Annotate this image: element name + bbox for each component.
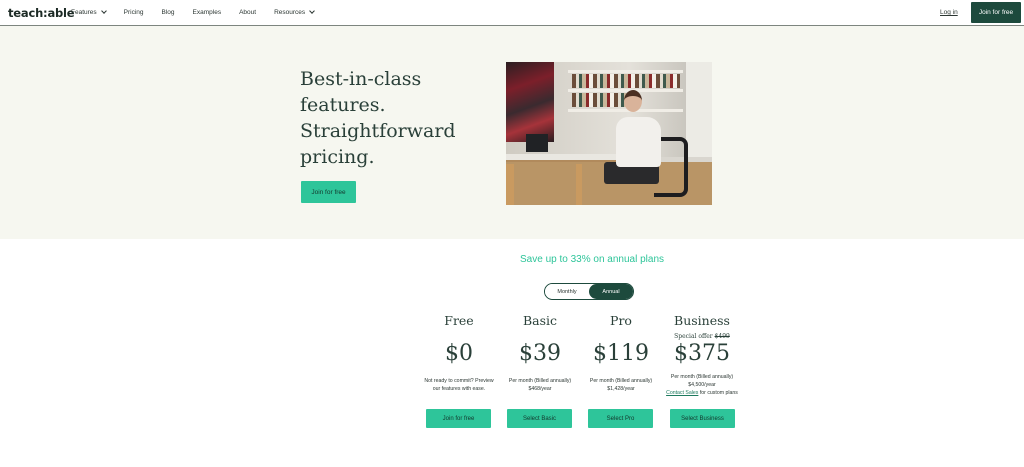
plan-name: Business — [674, 313, 730, 328]
chevron-down-icon — [309, 8, 316, 14]
hero-section: Best-in-class features. Straightforward … — [0, 26, 1024, 239]
toggle-annual[interactable]: Annual — [589, 284, 633, 299]
photo-shelf — [568, 70, 683, 73]
join-for-free-button[interactable]: Join for free — [971, 2, 1021, 23]
plan-card-free: Free $0 Not ready to commit? Preview our… — [419, 313, 499, 393]
special-offer — [581, 333, 661, 341]
plan-description-line: Not ready to commit? Preview — [424, 378, 494, 384]
join-for-free-plan-button[interactable]: Join for free — [426, 409, 491, 428]
photo-shelf — [568, 109, 683, 112]
special-offer — [500, 333, 580, 341]
plan-price: $39 — [519, 341, 561, 366]
plan-description-line: Per month (Billed annually) — [508, 378, 572, 384]
photo-window — [686, 62, 712, 157]
plan-price: $375 — [674, 341, 730, 366]
nav-item-features[interactable]: Features — [71, 8, 107, 16]
nav-item-label: Examples — [192, 9, 222, 16]
hero-title: Best-in-class features. Straightforward … — [300, 68, 456, 168]
photo-monitor — [526, 134, 548, 152]
nav-item-label: Resources — [274, 9, 306, 16]
plan-price: $119 — [593, 341, 649, 366]
plan-name: Pro — [610, 313, 632, 328]
nav-item-blog[interactable]: Blog — [162, 9, 175, 16]
plan-description-line: $4,500/year — [688, 382, 716, 388]
nav-item-label: Blog — [161, 9, 175, 16]
photo-artwork — [506, 62, 554, 142]
special-offer — [419, 333, 499, 341]
plan-description-line: Per month (Billed annually) — [589, 378, 653, 384]
plan-card-business: Business Special offer $499 $375 Per mon… — [662, 313, 742, 397]
plan-description: Per month (Billed annually) $4,500/year … — [663, 373, 741, 397]
contact-sales-suffix: for custom plans — [698, 390, 738, 396]
plan-description: Not ready to commit? Preview our feature… — [420, 377, 498, 393]
billing-toggle: Monthly Annual — [544, 283, 634, 300]
chevron-down-icon — [100, 8, 107, 14]
select-business-button[interactable]: Select Business — [670, 409, 735, 428]
top-navigation: teach:able Features Pricing Blog Example… — [0, 0, 1024, 26]
login-link[interactable]: Log in — [940, 9, 958, 16]
plan-description: Per month (Billed annually) $468/year — [501, 377, 579, 393]
nav-item-label: Features — [71, 9, 97, 16]
contact-sales-link[interactable]: Contact Sales — [666, 390, 698, 396]
original-price: $499 — [714, 333, 730, 340]
special-offer: Special offer $499 — [662, 333, 742, 341]
annual-savings-text: Save up to 33% on annual plans — [520, 254, 664, 265]
plan-description-line: $468/year — [528, 386, 552, 392]
special-offer-label: Special offer — [674, 333, 713, 340]
photo-person-body — [616, 117, 661, 167]
plan-price: $0 — [445, 341, 473, 366]
nav-links: Features Pricing Blog Examples About Res… — [71, 8, 332, 16]
plan-description-line: Contact Sales for custom plans — [663, 389, 741, 397]
nav-item-examples[interactable]: Examples — [193, 9, 222, 16]
photo-books — [572, 74, 680, 88]
select-basic-button[interactable]: Select Basic — [507, 409, 572, 428]
hero-photo — [506, 62, 712, 205]
nav-item-label: About — [239, 9, 257, 16]
select-pro-button[interactable]: Select Pro — [588, 409, 653, 428]
toggle-monthly[interactable]: Monthly — [545, 284, 589, 299]
nav-item-pricing[interactable]: Pricing — [124, 9, 144, 16]
photo-books — [572, 93, 632, 107]
plan-description-line: our features with ease. — [432, 386, 486, 392]
nav-item-about[interactable]: About — [239, 9, 256, 16]
plan-description-line: $1,428/year — [607, 386, 635, 392]
plan-name: Basic — [522, 313, 558, 328]
hero-join-button[interactable]: Join for free — [301, 181, 356, 203]
plan-description-line: Per month (Billed annually) — [670, 374, 734, 380]
plan-name: Free — [444, 313, 474, 328]
photo-shelf — [568, 89, 683, 92]
teachable-logo[interactable]: teach:able — [8, 6, 75, 20]
nav-item-resources[interactable]: Resources — [274, 8, 316, 16]
nav-item-label: Pricing — [123, 9, 144, 16]
plan-card-pro: Pro $119 Per month (Billed annually) $1,… — [581, 313, 661, 393]
plan-card-basic: Basic $39 Per month (Billed annually) $4… — [500, 313, 580, 393]
plan-description: Per month (Billed annually) $1,428/year — [582, 377, 660, 393]
photo-person-head — [624, 90, 642, 112]
